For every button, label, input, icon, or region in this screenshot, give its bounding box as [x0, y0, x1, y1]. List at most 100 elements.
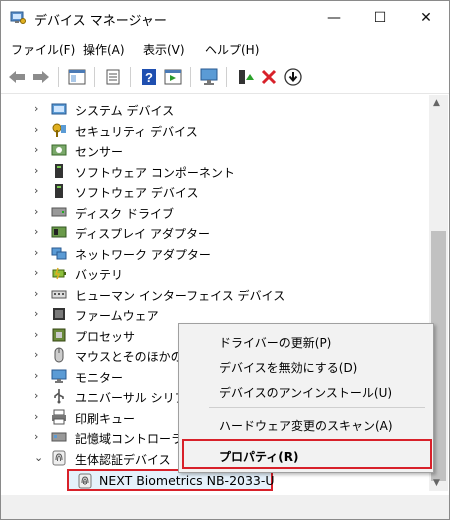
tree-node[interactable]: › システム デバイス: [1, 99, 429, 119]
back-arrow-icon[interactable]: [7, 68, 27, 86]
security-key-icon: [52, 123, 66, 137]
monitor-scan-icon[interactable]: [199, 68, 219, 86]
chevron-right-icon[interactable]: ›: [34, 184, 44, 198]
chevron-right-icon[interactable]: ›: [34, 225, 44, 239]
chevron-right-icon[interactable]: ›: [34, 143, 44, 157]
tree-node-label: バッテリ: [75, 268, 124, 282]
tree-node-label: 印刷キュー: [75, 411, 136, 426]
toolbar-separator: [130, 67, 131, 87]
device-manager-window: デバイス マネージャー — ☐ ✕ ファイル(F) 操作(A) 表示(V) ヘル…: [0, 0, 450, 520]
tree-node-label: 記憶域コントローラー: [75, 432, 196, 446]
biometric-icon: [52, 450, 66, 465]
usb-icon: [54, 389, 64, 404]
run-icon[interactable]: [163, 68, 183, 86]
tree-node-label: モニター: [75, 370, 124, 385]
tree-node-label: プロセッサ: [75, 329, 136, 344]
processor-icon: [52, 328, 66, 341]
tree-node-label: ソフトウェア コンポーネント: [75, 165, 235, 180]
scroll-down-arrow-icon[interactable]: ▼: [433, 478, 440, 488]
network-adapter-icon: [51, 247, 67, 259]
print-queue-icon: [52, 409, 66, 424]
chevron-right-icon[interactable]: ›: [34, 287, 44, 301]
tree-node[interactable]: › ディスプレイ アダプター: [1, 222, 429, 242]
chevron-right-icon[interactable]: ›: [34, 123, 44, 137]
chevron-right-icon[interactable]: ›: [34, 328, 44, 342]
properties-pane-icon[interactable]: [67, 68, 87, 86]
toolbar-separator: [58, 67, 59, 87]
maximize-button[interactable]: ☐: [357, 1, 403, 35]
chevron-right-icon[interactable]: ›: [34, 307, 44, 321]
tree-node-label: システム デバイス: [75, 104, 175, 118]
chevron-right-icon[interactable]: ›: [34, 389, 44, 403]
tree-node[interactable]: › ソフトウェア コンポーネント: [1, 161, 429, 181]
chevron-right-icon[interactable]: ›: [34, 246, 44, 260]
tree-node[interactable]: › センサー: [1, 140, 429, 160]
tree-node-label: ディスク ドライブ: [75, 206, 174, 221]
ctx-update-driver[interactable]: ドライバーの更新(P): [219, 334, 331, 351]
menu-file[interactable]: ファイル(F): [11, 41, 75, 58]
chevron-right-icon[interactable]: ›: [34, 369, 44, 383]
chevron-right-icon[interactable]: ›: [34, 102, 44, 116]
disable-down-icon[interactable]: [283, 68, 303, 86]
ctx-uninstall-device[interactable]: デバイスのアンインストール(U): [219, 384, 392, 401]
disk-drive-icon: [51, 207, 67, 216]
tree-node[interactable]: › ファームウェア: [1, 304, 429, 324]
properties-highlight-box: [182, 439, 432, 469]
hid-icon: [51, 290, 67, 298]
storage-controller-icon: [51, 432, 67, 442]
tree-node-label: 生体認証デバイス: [75, 452, 171, 467]
window-title: デバイス マネージャー: [34, 14, 167, 29]
tree-node[interactable]: › ディスク ドライブ: [1, 202, 429, 222]
tree-node-label: センサー: [75, 145, 124, 159]
system-device-icon: [51, 103, 67, 115]
mouse-icon: [54, 347, 64, 363]
tree-node-label: マウスとそのほかのポ: [75, 350, 195, 364]
tree-node[interactable]: › ソフトウェア デバイス: [1, 181, 429, 201]
monitor-icon: [51, 369, 67, 383]
chevron-right-icon[interactable]: ›: [34, 410, 44, 424]
tree-node[interactable]: › セキュリティ デバイス: [1, 120, 429, 140]
selected-device-label: NEXT Biometrics NB-2033-U: [99, 473, 275, 488]
battery-icon: [52, 267, 66, 280]
sensor-icon: [51, 144, 67, 156]
firmware-icon: [53, 308, 65, 320]
tree-node-label: ソフトウェア デバイス: [75, 186, 199, 200]
close-button[interactable]: ✕: [403, 1, 449, 35]
device-list-icon[interactable]: [103, 68, 123, 86]
status-bar: [1, 495, 449, 519]
chevron-right-icon[interactable]: ›: [34, 430, 44, 444]
chevron-right-icon[interactable]: ›: [34, 348, 44, 362]
menu-help[interactable]: ヘルプ(H): [205, 41, 259, 58]
svg-text:?: ?: [145, 70, 153, 85]
forward-arrow-icon[interactable]: [31, 68, 51, 86]
toolbar-separator: [226, 67, 227, 87]
ctx-separator: [209, 407, 425, 408]
chevron-right-icon[interactable]: ›: [34, 266, 44, 280]
chevron-right-icon[interactable]: ›: [34, 164, 44, 178]
scroll-up-arrow-icon[interactable]: ▲: [433, 98, 440, 108]
toolbar-separator: [94, 67, 95, 87]
toolbar: ?: [1, 61, 449, 94]
toolbar-separator: [190, 67, 191, 87]
tree-node[interactable]: › バッテリ: [1, 263, 429, 283]
update-driver-icon[interactable]: [235, 68, 255, 86]
display-adapter-icon: [51, 226, 67, 238]
chevron-right-icon[interactable]: ›: [34, 205, 44, 219]
tree-node[interactable]: › ネットワーク アダプター: [1, 243, 429, 263]
tree-node-label: ネットワーク アダプター: [75, 247, 211, 262]
tree-node-label: セキュリティ デバイス: [75, 124, 198, 139]
title-bar[interactable]: デバイス マネージャー — ☐ ✕: [1, 1, 449, 35]
ctx-disable-device[interactable]: デバイスを無効にする(D): [219, 359, 357, 376]
menu-action[interactable]: 操作(A): [83, 41, 125, 58]
chevron-down-icon[interactable]: ⌄: [34, 451, 44, 465]
uninstall-x-icon[interactable]: [259, 68, 279, 86]
ctx-scan-hardware[interactable]: ハードウェア変更のスキャン(A): [219, 417, 393, 434]
tree-node-label: ディスプレイ アダプター: [75, 227, 210, 241]
fingerprint-icon: [78, 473, 92, 489]
menu-view[interactable]: 表示(V): [143, 41, 185, 58]
tree-node[interactable]: › ヒューマン インターフェイス デバイス: [1, 284, 429, 304]
menu-bar: ファイル(F) 操作(A) 表示(V) ヘルプ(H): [1, 37, 449, 59]
device-manager-app-icon: [10, 11, 26, 24]
help-icon[interactable]: ?: [139, 68, 159, 86]
minimize-button[interactable]: —: [311, 1, 357, 35]
